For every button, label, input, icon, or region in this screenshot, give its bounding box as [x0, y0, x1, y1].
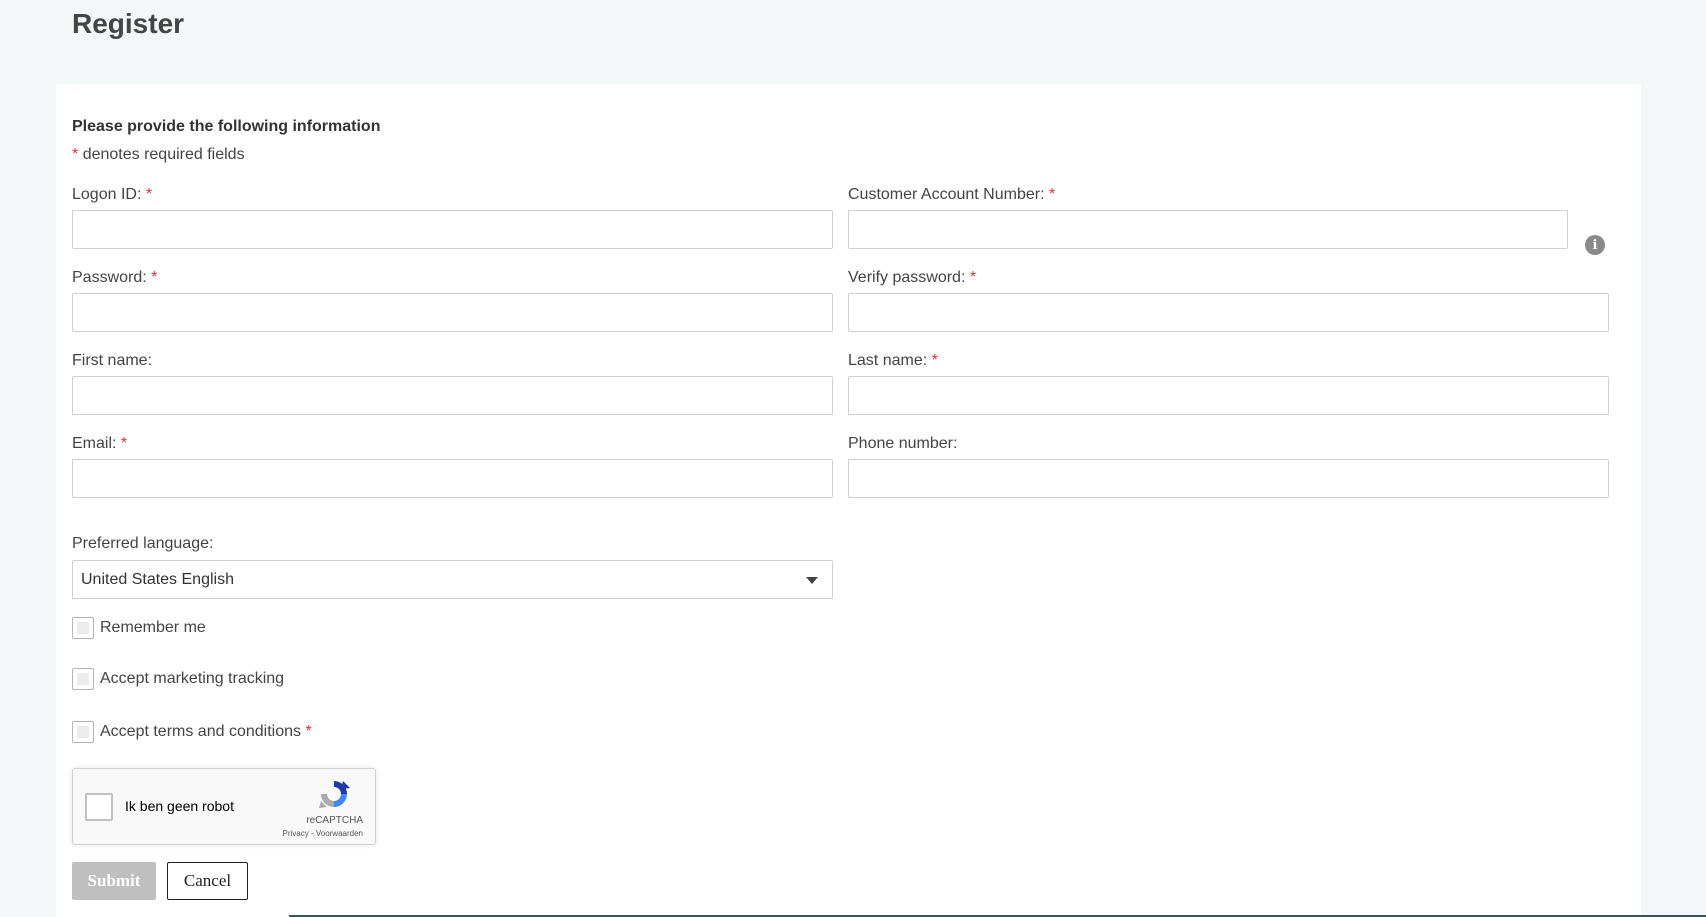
marketing-tracking-checkbox[interactable] [72, 668, 94, 690]
required-star: * [931, 352, 938, 369]
password-input[interactable] [72, 293, 833, 332]
customer-account-number-input[interactable] [848, 210, 1568, 249]
recaptcha-brand: reCAPTCHA [306, 815, 363, 826]
remember-me-row[interactable]: Remember me [72, 617, 206, 639]
logon-id-label: Logon ID: * [72, 186, 152, 204]
first-name-input[interactable] [72, 376, 833, 415]
preferred-language-value: United States English [81, 570, 234, 588]
customer-account-number-label: Customer Account Number: * [848, 186, 1055, 204]
first-name-label-text: First name: [72, 352, 153, 369]
password-label: Password: * [72, 269, 157, 287]
terms-checkbox[interactable] [72, 721, 94, 743]
terms-label: Accept terms and conditions * [100, 723, 312, 741]
cancel-button[interactable]: Cancel [167, 862, 248, 900]
info-icon[interactable]: i [1585, 235, 1605, 255]
recaptcha-logo-icon [319, 781, 350, 808]
chevron-down-icon [806, 577, 818, 584]
recaptcha-label: Ik ben geen robot [125, 798, 234, 814]
required-note-text: denotes required fields [82, 146, 245, 163]
marketing-tracking-row[interactable]: Accept marketing tracking [72, 668, 284, 690]
remember-me-checkbox[interactable] [72, 617, 94, 639]
verify-password-label: Verify password: * [848, 269, 976, 287]
preferred-language-label: Preferred language: [72, 535, 214, 552]
phone-number-input[interactable] [848, 459, 1609, 498]
required-fields-note: * denotes required fields [72, 146, 245, 164]
recaptcha-widget: Ik ben geen robot reCAPTCHA Privacy - Vo… [72, 768, 376, 845]
logon-id-input[interactable] [72, 210, 833, 249]
email-label: Email: * [72, 435, 127, 453]
phone-number-label: Phone number: [848, 435, 957, 453]
remember-me-label: Remember me [100, 619, 206, 636]
email-input[interactable] [72, 459, 833, 498]
email-label-text: Email: [72, 435, 117, 452]
required-star: * [120, 435, 128, 452]
required-star: * [151, 269, 158, 286]
last-name-label: Last name: * [848, 352, 938, 370]
form-intro-heading: Please provide the following information [72, 118, 381, 135]
submit-button[interactable]: Submit [72, 862, 156, 900]
page-title: Register [72, 8, 185, 39]
required-star: * [305, 723, 312, 740]
verify-password-input[interactable] [848, 293, 1609, 332]
customer-account-number-label-text: Customer Account Number: [848, 186, 1045, 203]
preferred-language-select[interactable]: United States English [72, 560, 833, 599]
required-star: * [969, 269, 977, 286]
last-name-label-text: Last name: [848, 352, 928, 369]
last-name-input[interactable] [848, 376, 1609, 415]
terms-label-text: Accept terms and conditions [100, 723, 301, 740]
phone-number-label-text: Phone number: [848, 435, 958, 452]
terms-row[interactable]: Accept terms and conditions * [72, 721, 312, 743]
recaptcha-checkbox[interactable] [85, 793, 113, 821]
first-name-label: First name: [72, 352, 152, 370]
logon-id-label-text: Logon ID: [72, 186, 142, 203]
required-star: * [145, 186, 153, 203]
required-star: * [1048, 186, 1056, 203]
required-star: * [72, 146, 79, 163]
verify-password-label-text: Verify password: [848, 269, 966, 286]
marketing-tracking-label: Accept marketing tracking [100, 670, 285, 687]
registration-form: Please provide the following information… [56, 84, 1641, 917]
recaptcha-links[interactable]: Privacy - Voorwaarden [283, 829, 363, 838]
password-label-text: Password: [72, 269, 147, 286]
